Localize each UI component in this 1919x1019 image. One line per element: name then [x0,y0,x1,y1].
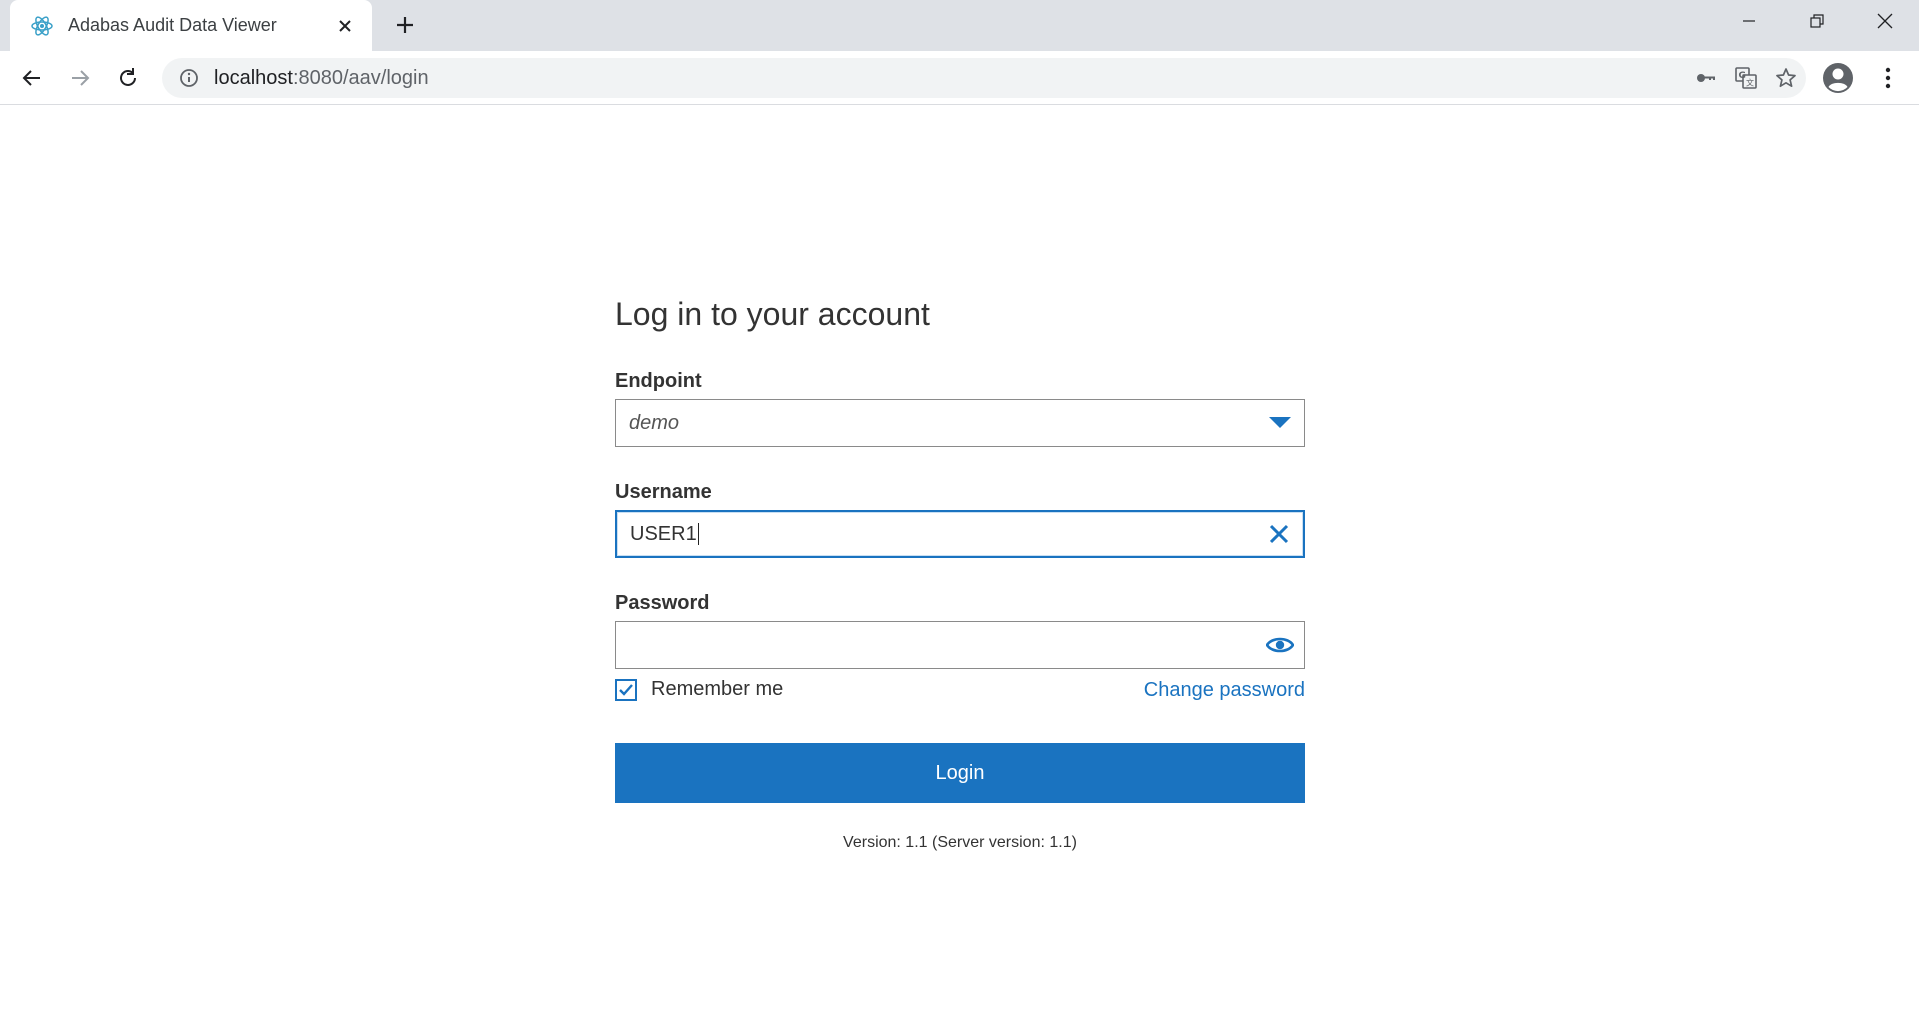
show-password-eye-icon[interactable] [1256,622,1304,668]
page-title: Log in to your account [615,296,930,332]
reload-icon[interactable] [110,60,146,96]
login-button[interactable]: Login [615,743,1305,803]
password-label: Password [615,592,710,614]
username-text: USER1 [630,522,697,545]
remember-me-checkbox[interactable] [615,678,637,701]
react-atom-icon [30,14,54,38]
endpoint-selected-value: demo [629,411,680,434]
browser-menu-kebab-icon[interactable] [1868,58,1908,98]
url-path: :8080/aav/login [292,66,429,89]
browser-toolbar: localhost:8080/aav/login G 文 [0,51,1919,105]
translate-icon[interactable]: G 文 [1726,58,1766,98]
tab-title: Adabas Audit Data Viewer [68,15,277,35]
clear-icon[interactable] [1255,511,1303,557]
url-text[interactable]: localhost:8080/aav/login [214,67,1686,90]
text-caret [697,523,699,546]
close-tab-icon[interactable] [330,11,360,41]
chevron-down-icon[interactable] [1256,400,1304,446]
endpoint-label: Endpoint [615,370,702,392]
remember-me-label: Remember me [651,678,784,700]
browser-tabstrip: Adabas Audit Data Viewer [0,0,1919,51]
restore-icon[interactable] [1783,0,1851,42]
url-host: localhost [214,66,293,89]
close-window-icon[interactable] [1851,0,1919,42]
window-controls [1715,0,1919,42]
change-password-link[interactable]: Change password [1144,679,1305,702]
username-value: USER1 [617,523,1255,546]
back-arrow-icon[interactable] [14,60,50,96]
new-tab-plus-icon[interactable] [390,10,420,40]
username-input[interactable]: USER1 [615,510,1305,558]
forward-arrow-icon[interactable] [62,60,98,96]
svg-text:文: 文 [1746,78,1754,88]
version-text: Version: 1.1 (Server version: 1.1) [843,834,1077,851]
svg-text:G: G [1739,71,1746,81]
bookmark-star-icon[interactable] [1766,58,1806,98]
username-label: Username [615,481,712,503]
endpoint-select[interactable]: demo [615,399,1305,447]
browser-tab[interactable]: Adabas Audit Data Viewer [10,0,372,51]
info-icon[interactable] [178,67,200,89]
remember-me-toggle[interactable]: Remember me [615,678,783,701]
profile-avatar-icon[interactable] [1818,58,1858,98]
address-bar[interactable]: localhost:8080/aav/login G 文 [162,58,1806,98]
password-input[interactable] [615,621,1305,669]
key-icon[interactable] [1686,58,1726,98]
minimize-icon[interactable] [1715,0,1783,42]
